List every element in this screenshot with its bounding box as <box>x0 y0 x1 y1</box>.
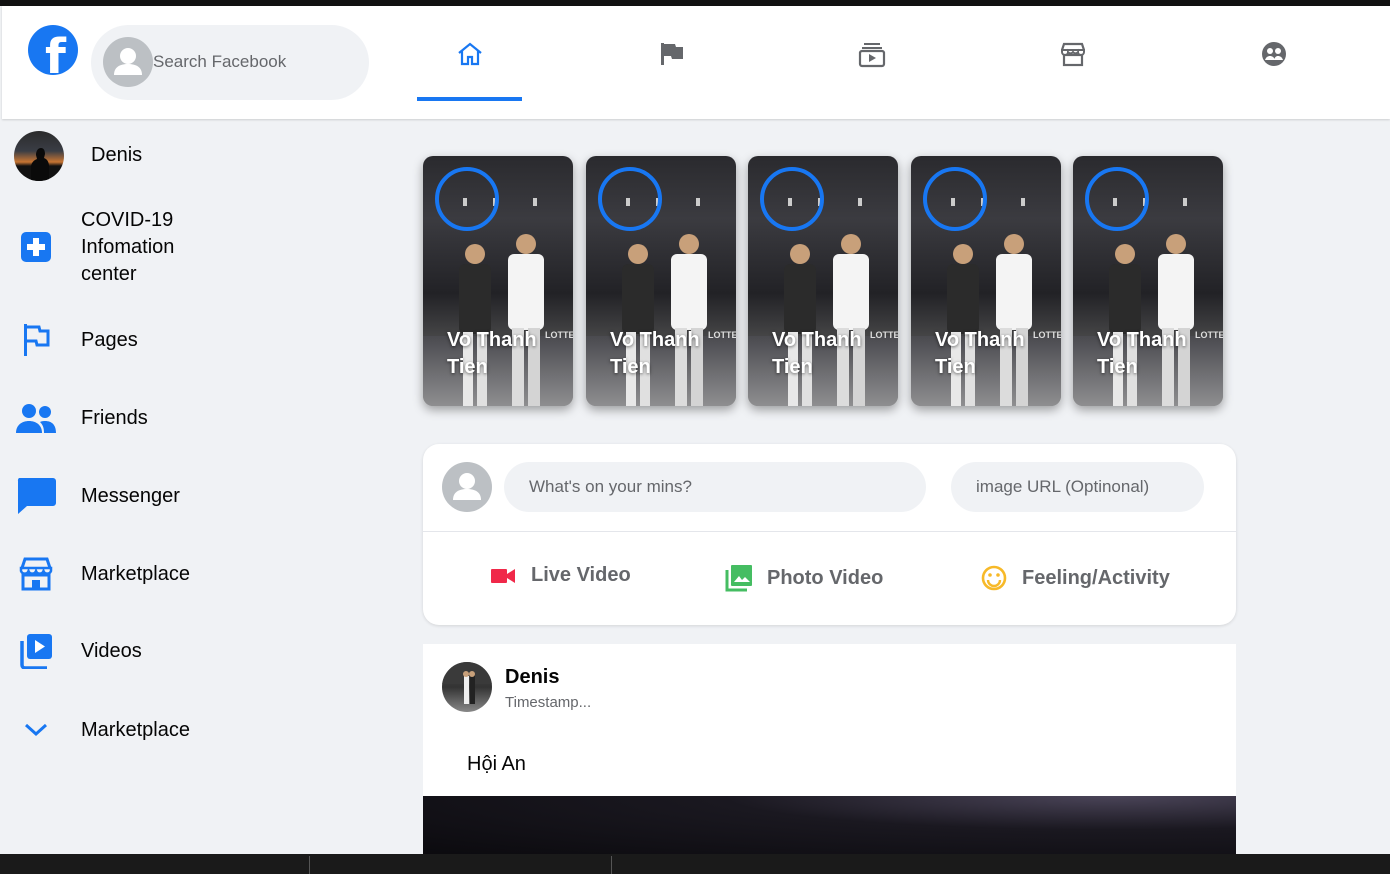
flag-icon <box>660 42 683 65</box>
post-image <box>423 796 1236 854</box>
plus-square-icon <box>14 231 58 263</box>
sidebar-item-label: Marketplace <box>81 718 190 741</box>
facebook-logo[interactable]: f <box>28 25 78 75</box>
groups-icon <box>1261 41 1286 66</box>
story-card[interactable]: LOTTE Vo Thanh Tien <box>423 156 573 406</box>
story-card[interactable]: LOTTE Vo Thanh Tien <box>748 156 898 406</box>
tab-watch[interactable] <box>819 6 924 101</box>
tab-home[interactable] <box>417 6 522 101</box>
image-url-placeholder: image URL (Optinonal) <box>976 477 1150 496</box>
flag-icon <box>14 323 58 357</box>
sidebar-item-label: Marketplace <box>81 562 190 585</box>
user-placeholder-icon <box>103 37 153 87</box>
sidebar-item-marketplace[interactable]: Marketplace <box>14 551 190 597</box>
story-card[interactable]: LOTTE Vo Thanh Tien <box>1073 156 1223 406</box>
store-icon <box>14 557 58 591</box>
photo-video-label: Photo Video <box>767 566 884 589</box>
feeling-activity-label: Feeling/Activity <box>1022 566 1170 589</box>
story-avatar-ring <box>1085 167 1149 231</box>
sidebar-item-see-more[interactable]: Marketplace <box>14 707 190 753</box>
logo-letter: f <box>45 29 66 75</box>
post-timestamp: Timestamp... <box>505 694 592 711</box>
sidebar-item-messenger[interactable]: Messenger <box>14 470 180 522</box>
people-icon <box>14 402 58 434</box>
search-bar[interactable]: Search Facebook <box>91 25 369 100</box>
tab-pages[interactable] <box>618 6 723 101</box>
sidebar-item-label: Pages <box>81 328 138 351</box>
live-video-button[interactable]: Live Video <box>490 564 631 587</box>
story-avatar-ring <box>760 167 824 231</box>
search-placeholder: Search Facebook <box>153 52 287 71</box>
avatar[interactable] <box>442 662 492 712</box>
story-avatar-ring <box>598 167 662 231</box>
sidebar-item-label: Friends <box>81 406 148 429</box>
image-url-input[interactable]: image URL (Optinonal) <box>951 462 1204 512</box>
story-name: Vo Thanh Tien <box>610 329 700 378</box>
story-card[interactable]: LOTTE Vo Thanh Tien <box>911 156 1061 406</box>
smiley-icon <box>981 565 1007 591</box>
tab-marketplace[interactable] <box>1020 6 1125 101</box>
avatar <box>14 130 64 181</box>
sidebar-item-label: Messenger <box>81 484 180 507</box>
divider <box>423 531 1236 532</box>
tab-groups[interactable] <box>1221 6 1326 101</box>
sidebar-item-covid[interactable]: COVID-19 Infomation center <box>14 205 174 289</box>
video-library-icon <box>14 633 58 669</box>
home-icon <box>457 42 482 65</box>
story-name: Vo Thanh Tien <box>447 329 537 378</box>
story-name: Vo Thanh Tien <box>935 329 1025 378</box>
chat-icon <box>14 476 58 516</box>
top-header: f Search Facebook <box>2 6 1390 119</box>
story-name: Vo Thanh Tien <box>772 329 862 378</box>
sidebar-item-profile[interactable]: Denis <box>14 130 142 181</box>
video-camera-icon <box>491 568 515 583</box>
story-card[interactable]: LOTTE Vo Thanh Tien <box>586 156 736 406</box>
sidebar-item-label: Denis <box>91 144 143 166</box>
story-avatar-ring <box>435 167 499 231</box>
sidebar-item-friends[interactable]: Friends <box>14 395 148 441</box>
post-message: Hội An <box>467 753 526 775</box>
sidebar-item-label: Videos <box>81 639 142 662</box>
feed-post: Denis Timestamp... Hội An <box>423 644 1236 854</box>
feeling-activity-button[interactable]: Feeling/Activity <box>980 564 1170 592</box>
message-input[interactable]: What's on your mins? <box>504 462 926 512</box>
marketplace-icon <box>1060 42 1085 66</box>
post-author[interactable]: Denis <box>505 666 559 689</box>
photo-video-button[interactable]: Photo Video <box>725 564 883 592</box>
sidebar-item-label: COVID-19 Infomation center <box>81 208 175 285</box>
live-video-label: Live Video <box>531 564 631 586</box>
story-name: Vo Thanh Tien <box>1097 329 1187 378</box>
post-composer: What's on your mins? image URL (Optinona… <box>423 444 1236 625</box>
user-placeholder-icon <box>442 462 492 512</box>
photo-library-icon <box>725 565 752 592</box>
message-placeholder: What's on your mins? <box>529 477 692 496</box>
sidebar-item-pages[interactable]: Pages <box>14 317 138 363</box>
chevron-down-icon <box>14 721 58 739</box>
taskbar-strip <box>0 854 1390 874</box>
watch-icon <box>858 42 885 67</box>
sidebar-item-videos[interactable]: Videos <box>14 628 142 674</box>
story-avatar-ring <box>923 167 987 231</box>
